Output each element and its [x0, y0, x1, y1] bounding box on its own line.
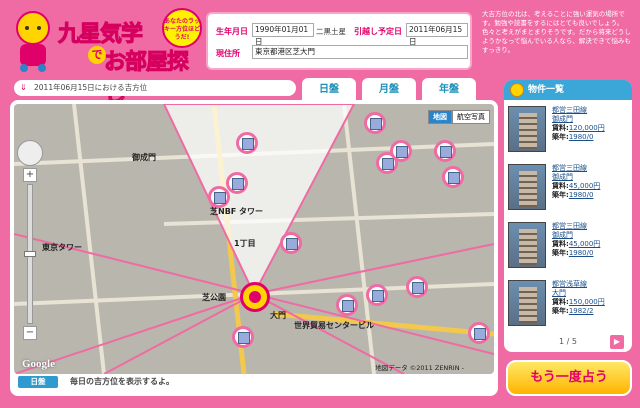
- property-pin[interactable]: [366, 284, 388, 306]
- property-pin[interactable]: [364, 112, 386, 134]
- property-photo[interactable]: [508, 106, 546, 152]
- list-item[interactable]: 都営三田線 御成門 賃料:45,000円 築年:1980/0: [508, 164, 628, 216]
- built-label: 築年:: [552, 191, 569, 199]
- next-page-button[interactable]: ▶: [610, 335, 624, 349]
- zoom-in-button[interactable]: +: [23, 168, 37, 182]
- listing-line[interactable]: 都営三田線: [552, 106, 626, 115]
- tab-day[interactable]: 日盤: [302, 78, 356, 102]
- tab-month[interactable]: 月盤: [362, 78, 416, 102]
- date-bar: ⇓ 2011年06月15日における吉方位: [14, 80, 296, 96]
- listing-station[interactable]: 御成門: [552, 115, 626, 124]
- property-pin[interactable]: [236, 132, 258, 154]
- google-logo: Google: [22, 358, 55, 370]
- property-pin[interactable]: [232, 326, 254, 348]
- map-type-map[interactable]: 地図: [428, 110, 452, 124]
- birthdate-label: 生年月日: [216, 27, 248, 36]
- map-label: 御成門: [132, 153, 156, 162]
- chevron-down-icon: ⇓: [20, 83, 27, 92]
- property-photo[interactable]: [508, 222, 546, 268]
- built-label: 築年:: [552, 307, 569, 315]
- property-photo[interactable]: [508, 280, 546, 326]
- rent-label: 賃料:: [552, 240, 569, 248]
- pan-control[interactable]: [17, 140, 43, 166]
- zoom-out-button[interactable]: −: [23, 326, 37, 340]
- move-date-label: 引越し予定日: [354, 27, 402, 36]
- logo-title-line2: お部屋探し: [104, 50, 190, 108]
- listing-built[interactable]: 1980/0: [569, 249, 594, 257]
- property-list-title: 物件一覧: [528, 85, 565, 95]
- birthdate-field[interactable]: 1990年01月01日: [252, 23, 314, 46]
- property-pin[interactable]: [208, 186, 230, 208]
- map-label: 東京タワー: [42, 243, 82, 252]
- rent-label: 賃料:: [552, 124, 569, 132]
- map-footer: 日盤 毎日の吉方位を表示するよ。: [14, 374, 494, 390]
- user-info-box: 生年月日 1990年01月01日 二黒土星 引越し予定日 2011年06月15日…: [206, 12, 472, 70]
- zoom-slider-thumb[interactable]: [24, 251, 36, 257]
- property-pin[interactable]: [336, 294, 358, 316]
- move-date-field[interactable]: 2011年06月15日: [406, 23, 468, 46]
- listing-line[interactable]: 都営浅草線: [552, 280, 626, 289]
- listing-line[interactable]: 都営三田線: [552, 222, 626, 231]
- listing-rent[interactable]: 45,000円: [569, 182, 601, 190]
- property-pin[interactable]: [226, 172, 248, 194]
- map[interactable]: 地図 航空写真 + − 御成門 東京タワー 芝公園 芝NBF タワー 1丁目 大…: [14, 104, 494, 374]
- logo: 九星気学 で お部屋探し あなたのラッキー方位ほどうだ!: [8, 6, 202, 108]
- built-label: 築年:: [552, 249, 569, 257]
- listing-station[interactable]: 御成門: [552, 173, 626, 182]
- property-pin[interactable]: [406, 276, 428, 298]
- zoom-control: + −: [17, 140, 43, 342]
- map-label: 1丁目: [234, 239, 256, 248]
- map-type-switch: 地図 航空写真: [428, 110, 490, 124]
- property-photo[interactable]: [508, 164, 546, 210]
- listing-station[interactable]: 大門: [552, 289, 626, 298]
- list-item[interactable]: 都営浅草線 大門 賃料:150,000円 築年:1982/2: [508, 280, 628, 332]
- list-item[interactable]: 都営三田線 御成門 賃料:120,000円 築年:1980/0: [508, 106, 628, 158]
- rent-label: 賃料:: [552, 298, 569, 306]
- address-field[interactable]: 東京都港区芝大門: [252, 45, 468, 59]
- fortune-description: 大吉方位の北は、考えることに強い運気の場所です。勉強や読書をするにはとても良いで…: [482, 10, 631, 54]
- listing-rent[interactable]: 120,000円: [569, 124, 605, 132]
- listing-built[interactable]: 1982/2: [569, 307, 594, 315]
- address-label: 現住所: [216, 49, 240, 58]
- property-pin[interactable]: [390, 140, 412, 162]
- birthstar-text: 二黒土星: [316, 27, 346, 36]
- pager: 1 / 5 ▶: [504, 335, 632, 349]
- property-pin[interactable]: [280, 232, 302, 254]
- listing-built[interactable]: 1980/0: [569, 191, 594, 199]
- listing-rent[interactable]: 150,000円: [569, 298, 605, 306]
- zoom-slider[interactable]: [24, 184, 36, 324]
- mascot-icon: [510, 83, 524, 97]
- property-list-panel: 物件一覧 都営三田線 御成門 賃料:120,000円 築年:1980/0 都営三…: [504, 80, 632, 352]
- listing-line[interactable]: 都営三田線: [552, 164, 626, 173]
- date-bar-text: 2011年06月15日における吉方位: [34, 83, 148, 92]
- built-label: 築年:: [552, 133, 569, 141]
- property-list-header: 物件一覧: [504, 80, 632, 100]
- map-label: 大門: [270, 311, 286, 320]
- rent-label: 賃料:: [552, 182, 569, 190]
- map-copyright: 地図データ ©2011 ZENRIN -: [375, 364, 464, 372]
- map-label: 芝公園: [202, 293, 226, 302]
- list-item[interactable]: 都営三田線 御成門 賃料:45,000円 築年:1980/0: [508, 222, 628, 274]
- property-pin[interactable]: [468, 322, 490, 344]
- current-location-pin[interactable]: [240, 282, 270, 312]
- property-pin[interactable]: [434, 140, 456, 162]
- pager-text: 1 / 5: [559, 337, 577, 346]
- footer-message: 毎日の吉方位を表示するよ。: [70, 377, 174, 386]
- tab-year[interactable]: 年盤: [422, 78, 476, 102]
- day-chart-button[interactable]: 日盤: [18, 376, 58, 388]
- retry-button[interactable]: もう一度占う: [506, 360, 632, 396]
- property-pin[interactable]: [442, 166, 464, 188]
- listing-rent[interactable]: 45,000円: [569, 240, 601, 248]
- map-label: 世界貿易センタービル: [294, 321, 374, 330]
- logo-badge: あなたのラッキー方位ほどうだ!: [162, 8, 202, 48]
- mascot-icon: [16, 11, 50, 72]
- map-type-satellite[interactable]: 航空写真: [452, 110, 490, 124]
- map-frame: 地図 航空写真 + − 御成門 東京タワー 芝公園 芝NBF タワー 1丁目 大…: [10, 100, 498, 396]
- listing-built[interactable]: 1980/0: [569, 133, 594, 141]
- listing-station[interactable]: 御成門: [552, 231, 626, 240]
